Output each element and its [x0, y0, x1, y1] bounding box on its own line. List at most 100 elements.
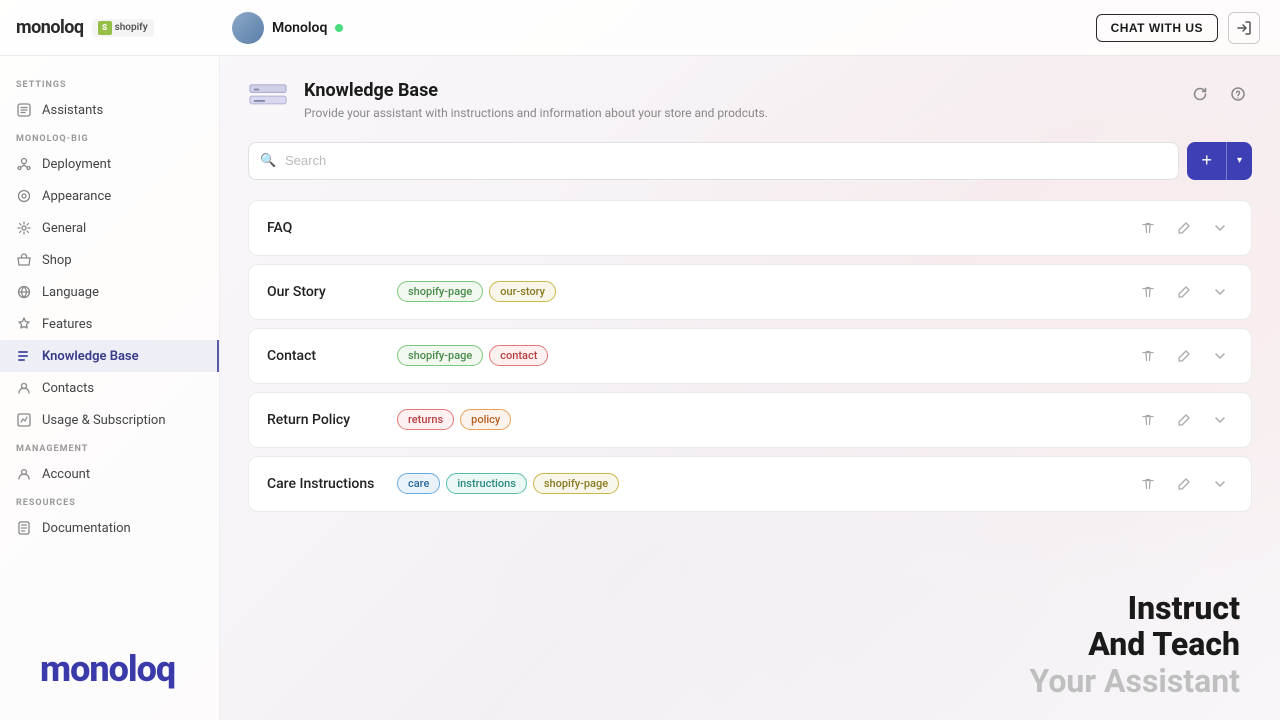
monoloq-big-label: MONOLOQ-BIG: [0, 126, 219, 148]
expand-button[interactable]: [1207, 215, 1233, 241]
kb-item-our-story: Our Story shopify-page our-story: [248, 264, 1252, 320]
tag: shopify-page: [397, 345, 483, 366]
tagline-area: Instruct And Teach Your Assistant: [1030, 590, 1240, 700]
delete-button[interactable]: [1135, 279, 1161, 305]
language-icon: [16, 284, 32, 300]
delete-button[interactable]: [1135, 343, 1161, 369]
tag: contact: [489, 345, 548, 366]
edit-button[interactable]: [1171, 215, 1197, 241]
logo-area: monoloq S shopify: [16, 17, 216, 38]
avatar: [232, 12, 264, 44]
kb-tags: returns policy: [397, 409, 1135, 430]
features-icon: [16, 316, 32, 332]
kb-item-actions: [1135, 471, 1233, 497]
logout-icon: [1236, 20, 1252, 36]
edit-button[interactable]: [1171, 343, 1197, 369]
shopify-icon: S: [98, 21, 112, 35]
knowledge-base-page-icon: [248, 80, 288, 120]
shop-icon: [16, 252, 32, 268]
tag: our-story: [489, 281, 556, 302]
knowledge-base-icon: [16, 348, 32, 364]
shopify-label: shopify: [115, 22, 148, 33]
page-subtitle: Provide your assistant with instructions…: [304, 105, 768, 122]
usage-icon: [16, 412, 32, 428]
page-title: Knowledge Base: [304, 80, 768, 101]
kb-item-name: Our Story: [267, 284, 397, 300]
kb-item-actions: [1135, 279, 1233, 305]
search-row: 🔍 + ▾: [248, 142, 1252, 180]
search-input-wrap: 🔍: [248, 142, 1179, 180]
search-input[interactable]: [248, 142, 1179, 180]
edit-button[interactable]: [1171, 471, 1197, 497]
edit-button[interactable]: [1171, 279, 1197, 305]
kb-tags: care instructions shopify-page: [397, 473, 1135, 494]
tag: care: [397, 473, 440, 494]
delete-button[interactable]: [1135, 471, 1161, 497]
sidebar-item-deployment[interactable]: Deployment: [0, 148, 219, 180]
tag: shopify-page: [533, 473, 619, 494]
kb-item-name: FAQ: [267, 220, 397, 236]
management-label: MANAGEMENT: [0, 436, 219, 458]
kb-tags: shopify-page contact: [397, 345, 1135, 366]
knowledge-base-list: FAQ: [248, 200, 1252, 520]
logout-button[interactable]: [1228, 12, 1260, 44]
page-title-area: Knowledge Base Provide your assistant wi…: [304, 80, 768, 122]
sidebar-item-assistants[interactable]: Assistants: [0, 94, 219, 126]
kb-item-actions: [1135, 343, 1233, 369]
add-arrow-icon: ▾: [1227, 142, 1252, 180]
help-button[interactable]: [1224, 80, 1252, 108]
topbar: monoloq S shopify Monoloq CHAT WITH US: [0, 0, 1280, 56]
kb-item-actions: [1135, 407, 1233, 433]
add-plus-icon: +: [1187, 142, 1227, 180]
contacts-icon: [16, 380, 32, 396]
expand-button[interactable]: [1207, 471, 1233, 497]
docs-label: Documentation: [42, 521, 131, 536]
edit-button[interactable]: [1171, 407, 1197, 433]
sidebar-item-general[interactable]: General: [0, 212, 219, 244]
add-button[interactable]: + ▾: [1187, 142, 1252, 180]
chat-with-us-button[interactable]: CHAT WITH US: [1096, 14, 1218, 42]
sidebar: SETTINGS Assistants MONOLOQ-BIG: [0, 56, 220, 720]
delete-button[interactable]: [1135, 215, 1161, 241]
tag: returns: [397, 409, 454, 430]
page-header-actions: [1186, 80, 1252, 108]
page-header: Knowledge Base Provide your assistant wi…: [248, 80, 1252, 122]
status-indicator: [335, 24, 343, 32]
account-icon: [16, 466, 32, 482]
tag: policy: [460, 409, 511, 430]
delete-button[interactable]: [1135, 407, 1161, 433]
sidebar-item-features[interactable]: Features: [0, 308, 219, 340]
kb-item-contact: Contact shopify-page contact: [248, 328, 1252, 384]
assistants-icon: [16, 102, 32, 118]
sidebar-item-shop[interactable]: Shop: [0, 244, 219, 276]
kb-item-return-policy: Return Policy returns policy: [248, 392, 1252, 448]
sidebar-item-account[interactable]: Account: [0, 458, 219, 490]
sidebar-item-appearance[interactable]: Appearance: [0, 180, 219, 212]
sidebar-item-knowledge-base[interactable]: Knowledge Base: [0, 340, 219, 372]
tagline-line2: And Teach: [1030, 626, 1240, 663]
assistants-label: Assistants: [42, 103, 103, 118]
logo: monoloq: [16, 17, 84, 38]
page-header-left: Knowledge Base Provide your assistant wi…: [248, 80, 768, 122]
user-area: Monoloq: [232, 12, 1080, 44]
account-label: Account: [42, 467, 90, 482]
deployment-icon: [16, 156, 32, 172]
expand-button[interactable]: [1207, 343, 1233, 369]
sidebar-item-usage[interactable]: Usage & Subscription: [0, 404, 219, 436]
expand-button[interactable]: [1207, 407, 1233, 433]
tagline-line1: Instruct: [1030, 590, 1240, 627]
tag: instructions: [446, 473, 527, 494]
refresh-button[interactable]: [1186, 80, 1214, 108]
sidebar-item-language[interactable]: Language: [0, 276, 219, 308]
kb-item-name: Care Instructions: [267, 476, 397, 492]
user-name: Monoloq: [272, 20, 327, 36]
sidebar-item-documentation[interactable]: Documentation: [0, 512, 219, 544]
kb-item-care-instructions: Care Instructions care instructions shop…: [248, 456, 1252, 512]
kb-item-name: Contact: [267, 348, 397, 364]
general-icon: [16, 220, 32, 236]
sidebar-item-contacts[interactable]: Contacts: [0, 372, 219, 404]
docs-icon: [16, 520, 32, 536]
expand-button[interactable]: [1207, 279, 1233, 305]
tag: shopify-page: [397, 281, 483, 302]
tagline-line3: Your Assistant: [1030, 663, 1240, 700]
